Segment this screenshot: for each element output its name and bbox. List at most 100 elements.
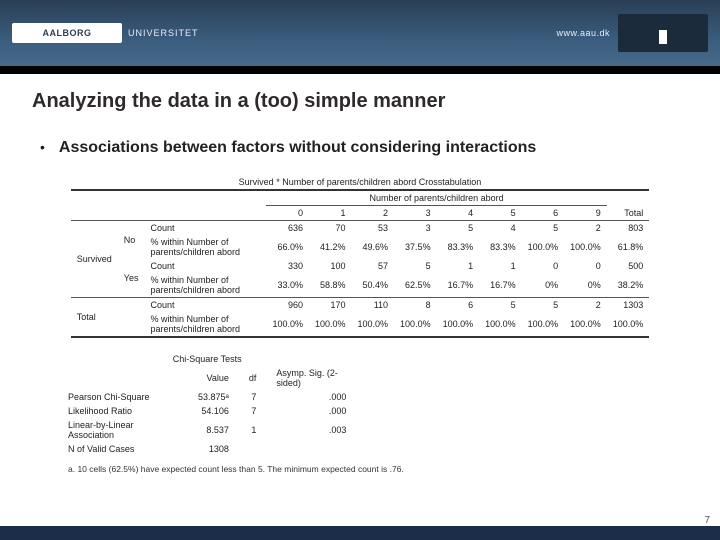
page-number: 7	[704, 515, 710, 526]
cell: 100.0%	[479, 312, 522, 337]
cell: 70	[309, 221, 352, 236]
col-h: 4	[437, 206, 480, 221]
bullet-dot-icon: •	[40, 139, 45, 157]
measure: % within Number of parents/children abor…	[144, 235, 266, 259]
cell: 8.537	[188, 418, 239, 442]
cell: 500	[607, 259, 650, 273]
cell: .000	[266, 390, 356, 404]
cell: .003	[266, 418, 356, 442]
col-h: 3	[394, 206, 437, 221]
cell: 5	[394, 259, 437, 273]
cell: 1	[479, 259, 522, 273]
cell: 4	[479, 221, 522, 236]
cell: 0%	[564, 273, 607, 298]
cell: 5	[479, 298, 522, 313]
cell: 7	[239, 404, 267, 418]
cell: 5	[522, 298, 565, 313]
cell: 100.0%	[309, 312, 352, 337]
cell: 100.0%	[607, 312, 650, 337]
cell: 37.5%	[394, 235, 437, 259]
cell: 16.7%	[437, 273, 480, 298]
cell: 1	[239, 418, 267, 442]
cell: 100.0%	[352, 312, 395, 337]
total-label: Total	[71, 298, 145, 338]
footer-bar	[0, 526, 720, 540]
crosstab-group-header: Number of parents/children abord	[266, 190, 606, 206]
cell: 100.0%	[522, 312, 565, 337]
cell: 100.0%	[522, 235, 565, 259]
logo: AALBORG UNIVERSITET	[12, 23, 199, 43]
ship-icon	[618, 14, 708, 52]
col-h: 9	[564, 206, 607, 221]
measure: Count	[144, 221, 266, 236]
cell: 2	[564, 298, 607, 313]
bullet-text: Associations between factors without con…	[59, 139, 536, 157]
cell: 62.5%	[394, 273, 437, 298]
cell: 803	[607, 221, 650, 236]
chisq-row: Linear-by-Linear Association	[58, 418, 188, 442]
cell	[266, 442, 356, 456]
cell: 6	[437, 298, 480, 313]
cell: 100.0%	[437, 312, 480, 337]
col-h: 1	[309, 206, 352, 221]
col-h: Total	[607, 206, 650, 221]
slide: AALBORG UNIVERSITET www.aau.dk Analyzing…	[0, 0, 720, 540]
cell: 1	[437, 259, 480, 273]
measure: Count	[144, 298, 266, 313]
chisq-row: N of Valid Cases	[58, 442, 188, 456]
cell: 61.8%	[607, 235, 650, 259]
chisq-caption: Chi-Square Tests	[58, 352, 356, 366]
cell: 2	[564, 221, 607, 236]
cell: 33.0%	[266, 273, 309, 298]
cell: 110	[352, 298, 395, 313]
cell: 960	[266, 298, 309, 313]
chisq-h: Value	[188, 366, 239, 390]
cell: 100	[309, 259, 352, 273]
cell: 50.4%	[352, 273, 395, 298]
logo-mark: AALBORG	[12, 23, 122, 43]
cell: 5	[437, 221, 480, 236]
cell: 57	[352, 259, 395, 273]
chisq-table: Chi-Square Tests Value df Asymp. Sig. (2…	[58, 352, 356, 460]
cell: 66.0%	[266, 235, 309, 259]
chisq-h: df	[239, 366, 267, 390]
cat: Yes	[118, 259, 145, 298]
chisq-h	[58, 366, 188, 390]
cell: 0%	[522, 273, 565, 298]
chisq-h: Asymp. Sig. (2-sided)	[266, 366, 356, 390]
cell: 0	[564, 259, 607, 273]
cell: 170	[309, 298, 352, 313]
cell	[239, 442, 267, 456]
cell: 636	[266, 221, 309, 236]
cell: 100.0%	[564, 312, 607, 337]
logo-suffix: UNIVERSITET	[128, 28, 199, 38]
cell: 58.8%	[309, 273, 352, 298]
cell: 54.106	[188, 404, 239, 418]
measure: % within Number of parents/children abor…	[144, 273, 266, 298]
cell: 83.3%	[479, 235, 522, 259]
cell: 53	[352, 221, 395, 236]
cell: 100.0%	[266, 312, 309, 337]
row-group: Survived	[71, 221, 118, 298]
bullet: • Associations between factors without c…	[32, 139, 688, 157]
cell: 7	[239, 390, 267, 404]
cell: 3	[394, 221, 437, 236]
col-h: 6	[522, 206, 565, 221]
cell: 330	[266, 259, 309, 273]
col-h: 5	[479, 206, 522, 221]
cell: 16.7%	[479, 273, 522, 298]
chisq-row: Likelihood Ratio	[58, 404, 188, 418]
cat: No	[118, 221, 145, 260]
page-title: Analyzing the data in a (too) simple man…	[32, 90, 688, 113]
cell: 1308	[188, 442, 239, 456]
measure: Count	[144, 259, 266, 273]
cell: 41.2%	[309, 235, 352, 259]
cell: 0	[522, 259, 565, 273]
banner-right: www.aau.dk	[556, 14, 708, 52]
measure: % within Number of parents/children abor…	[144, 312, 266, 337]
crosstab-table: Survived * Number of parents/children ab…	[71, 175, 649, 342]
cell: 8	[394, 298, 437, 313]
cell: 5	[522, 221, 565, 236]
divider-bar	[0, 66, 720, 74]
cell: 49.6%	[352, 235, 395, 259]
